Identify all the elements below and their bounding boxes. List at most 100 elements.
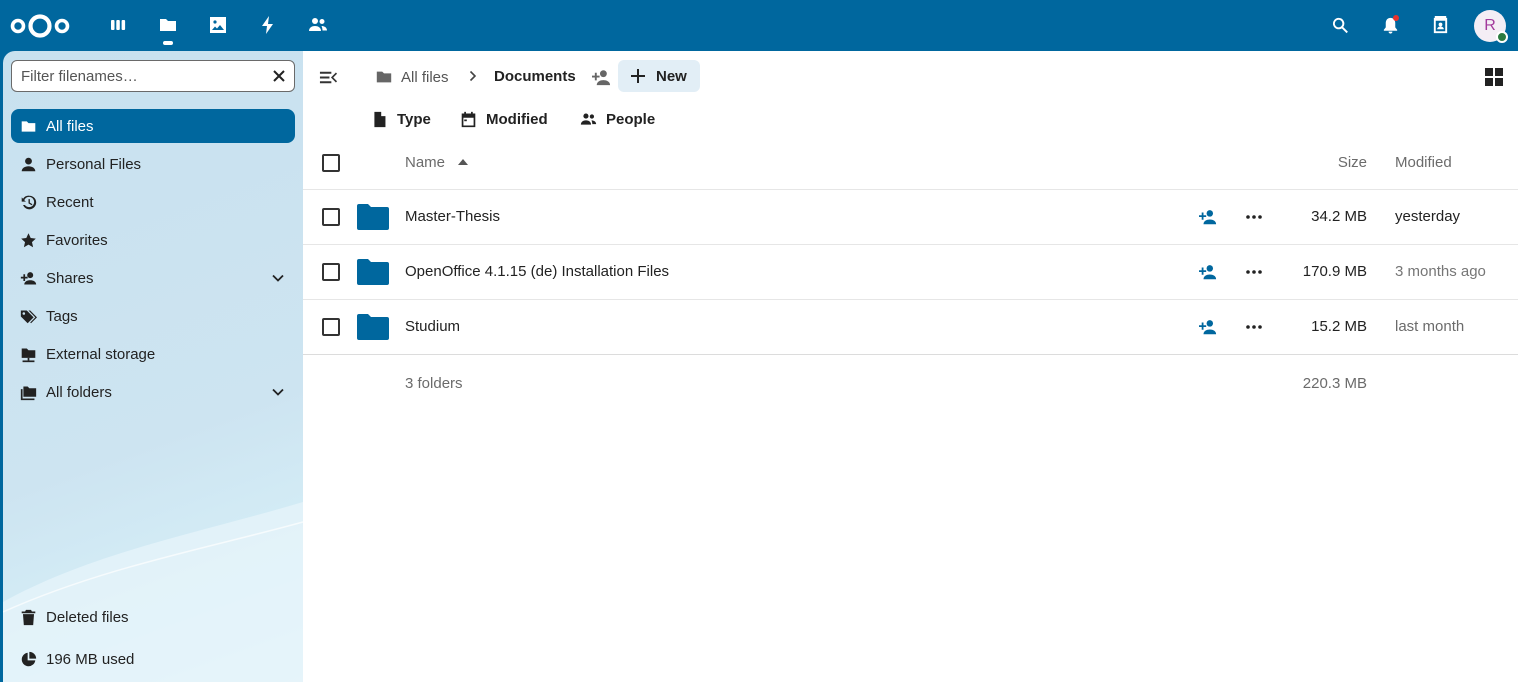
type-filter-button[interactable]: Type bbox=[371, 108, 431, 130]
files-app-icon[interactable] bbox=[156, 13, 180, 45]
share-icon[interactable] bbox=[1198, 263, 1218, 281]
size-column-header[interactable]: Size bbox=[1338, 154, 1367, 171]
sidebar-item-label: All files bbox=[46, 117, 94, 135]
search-icon[interactable] bbox=[1329, 14, 1351, 36]
dashboard-app-icon[interactable] bbox=[106, 13, 130, 37]
breadcrumb-all-files[interactable]: All files bbox=[375, 67, 449, 87]
contacts-app-icon[interactable] bbox=[306, 13, 330, 37]
pie-chart-icon bbox=[19, 650, 37, 668]
total-size-summary: 220.3 MB bbox=[1302, 375, 1367, 392]
folder-icon bbox=[376, 71, 392, 83]
sidebar-item-label: Shares bbox=[46, 269, 94, 287]
files-navigation-sidebar: All files Personal Files Recent Favorite… bbox=[3, 51, 303, 682]
folder-count-summary: 3 folders bbox=[405, 375, 463, 392]
online-status-indicator bbox=[1496, 31, 1508, 43]
sidebar-item-label: Personal Files bbox=[46, 155, 142, 173]
sidebar-item-external-storage[interactable]: External storage bbox=[11, 337, 295, 371]
folder-icon bbox=[357, 204, 389, 230]
breadcrumb-current[interactable]: Documents bbox=[494, 68, 576, 85]
share-icon bbox=[19, 269, 37, 287]
share-folder-icon[interactable] bbox=[590, 66, 612, 88]
sidebar-item-all-folders[interactable]: All folders bbox=[11, 375, 295, 409]
sidebar-item-label: Recent bbox=[46, 193, 94, 211]
folder-icon bbox=[19, 117, 37, 135]
filter-filenames-input[interactable] bbox=[21, 67, 261, 85]
chevron-down-icon[interactable] bbox=[271, 271, 285, 285]
folder-icon bbox=[357, 259, 389, 285]
table-row[interactable]: Studium 15.2 MB last month bbox=[303, 299, 1518, 354]
new-button-label: New bbox=[656, 67, 687, 85]
share-icon[interactable] bbox=[1198, 318, 1218, 336]
user-avatar[interactable]: R bbox=[1474, 10, 1508, 43]
modified-filter-button[interactable]: Modified bbox=[460, 108, 548, 130]
name-column-header[interactable]: Name bbox=[405, 154, 445, 171]
share-icon[interactable] bbox=[1198, 208, 1218, 226]
sidebar-item-label: External storage bbox=[46, 345, 156, 363]
type-filter-label: Type bbox=[397, 110, 431, 128]
sidebar-item-shares[interactable]: Shares bbox=[11, 261, 295, 295]
contacts-menu-icon[interactable] bbox=[1429, 14, 1451, 36]
notification-badge bbox=[1393, 15, 1399, 21]
notifications-icon[interactable] bbox=[1379, 14, 1401, 36]
toggle-sidebar-icon[interactable] bbox=[318, 67, 338, 87]
table-row[interactable]: Master-Thesis 34.2 MB yesterday bbox=[303, 189, 1518, 244]
chevron-right-icon bbox=[469, 70, 477, 82]
folder-icon bbox=[357, 314, 389, 340]
sidebar-item-recent[interactable]: Recent bbox=[11, 185, 295, 219]
clear-filter-icon[interactable] bbox=[271, 68, 287, 84]
calendar-icon bbox=[461, 111, 476, 127]
row-checkbox[interactable] bbox=[322, 263, 340, 281]
star-icon bbox=[19, 231, 37, 249]
modified-column-header[interactable]: Modified bbox=[1395, 154, 1452, 171]
file-modified: yesterday bbox=[1395, 208, 1461, 225]
top-header: R bbox=[0, 0, 1518, 51]
row-checkbox[interactable] bbox=[322, 318, 340, 336]
chevron-down-icon[interactable] bbox=[271, 385, 285, 399]
file-modified: last month bbox=[1395, 318, 1465, 335]
sidebar-item-label: Deleted files bbox=[46, 608, 129, 626]
select-all-checkbox[interactable] bbox=[322, 154, 340, 172]
new-button[interactable]: New bbox=[618, 60, 700, 92]
nextcloud-logo-icon[interactable] bbox=[9, 12, 71, 40]
row-checkbox[interactable] bbox=[322, 208, 340, 226]
grid-view-icon[interactable] bbox=[1484, 67, 1504, 87]
file-size: 15.2 MB bbox=[1311, 318, 1367, 335]
breadcrumb-root-label: All files bbox=[401, 68, 449, 86]
sidebar-item-tags[interactable]: Tags bbox=[11, 299, 295, 333]
photos-app-icon[interactable] bbox=[206, 13, 230, 37]
file-name[interactable]: OpenOffice 4.1.15 (de) Installation File… bbox=[405, 263, 669, 280]
people-filter-label: People bbox=[606, 110, 656, 128]
modified-filter-label: Modified bbox=[486, 110, 548, 128]
avatar-initial: R bbox=[1484, 17, 1496, 34]
external-storage-icon bbox=[19, 345, 37, 363]
sort-ascending-icon[interactable] bbox=[458, 159, 468, 165]
people-filter-button[interactable]: People bbox=[580, 108, 655, 130]
tag-icon bbox=[19, 307, 37, 325]
file-icon bbox=[374, 111, 386, 127]
sidebar-item-favorites[interactable]: Favorites bbox=[11, 223, 295, 257]
activity-app-icon[interactable] bbox=[256, 13, 280, 37]
file-size: 34.2 MB bbox=[1311, 208, 1367, 225]
sidebar-item-all-files[interactable]: All files bbox=[11, 109, 295, 143]
storage-quota[interactable]: 196 MB used bbox=[11, 642, 295, 676]
sidebar-item-label: All folders bbox=[46, 383, 112, 401]
file-name[interactable]: Master-Thesis bbox=[405, 208, 500, 225]
table-row[interactable]: OpenOffice 4.1.15 (de) Installation File… bbox=[303, 244, 1518, 299]
sidebar-item-label: Tags bbox=[46, 307, 78, 325]
filter-filenames-field[interactable] bbox=[11, 60, 295, 92]
more-actions-icon[interactable] bbox=[1244, 208, 1264, 226]
more-actions-icon[interactable] bbox=[1244, 263, 1264, 281]
plus-icon bbox=[631, 69, 645, 83]
sidebar-item-personal-files[interactable]: Personal Files bbox=[11, 147, 295, 181]
trash-icon bbox=[19, 608, 37, 626]
person-icon bbox=[19, 155, 37, 173]
file-size: 170.9 MB bbox=[1302, 263, 1367, 280]
file-modified: 3 months ago bbox=[1395, 263, 1486, 280]
files-main-content: All files Documents New Type Modified Pe… bbox=[303, 51, 1518, 682]
table-divider bbox=[303, 354, 1518, 355]
quota-label: 196 MB used bbox=[46, 650, 135, 668]
sidebar-item-deleted-files[interactable]: Deleted files bbox=[11, 600, 295, 634]
more-actions-icon[interactable] bbox=[1244, 318, 1264, 336]
folders-icon bbox=[19, 383, 37, 401]
file-name[interactable]: Studium bbox=[405, 318, 460, 335]
